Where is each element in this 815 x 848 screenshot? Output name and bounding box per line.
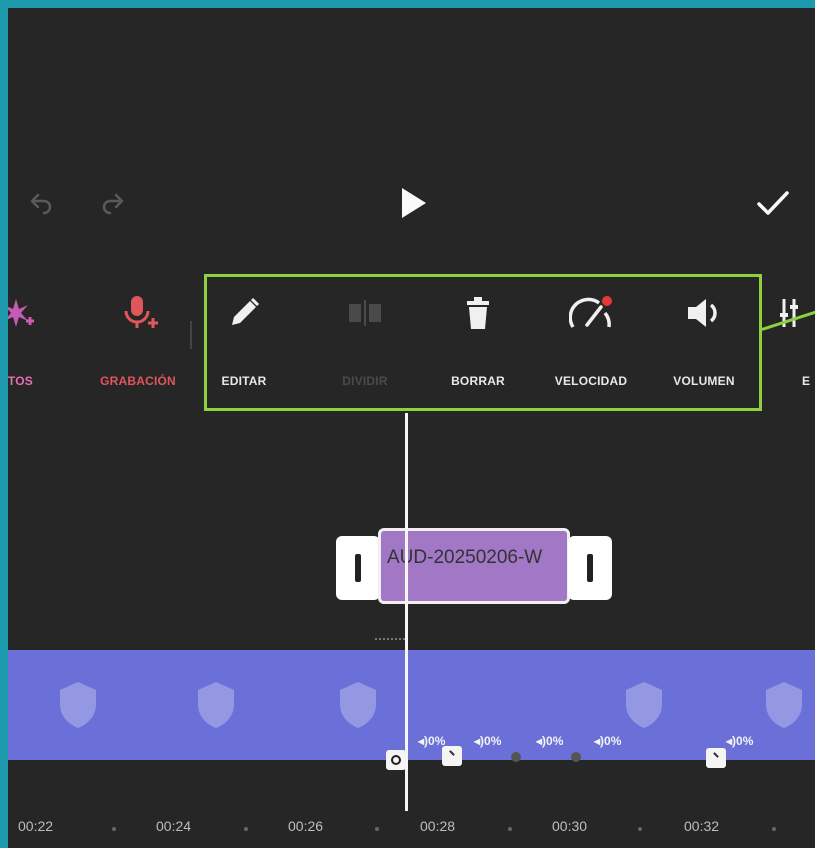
trim-handle-left[interactable] [336, 536, 380, 600]
playhead[interactable] [405, 413, 408, 811]
tick-dot [112, 827, 116, 831]
tool-record[interactable]: GRABACIÓN [88, 278, 188, 388]
time-tick: 00:28 [420, 818, 456, 834]
tool-effects[interactable]: CTOS [8, 278, 66, 388]
tick-dot [638, 827, 642, 831]
sparkle-add-icon [8, 288, 66, 338]
undo-icon[interactable] [16, 178, 66, 228]
clip-connector [375, 638, 405, 642]
shield-icon [198, 682, 234, 728]
time-ruler[interactable]: 00:22 00:24 00:26 00:28 00:30 00:32 [8, 818, 815, 848]
video-track[interactable]: ◂)0% ◂)0% ◂)0% ◂)0% ◂)0% [8, 650, 815, 760]
keyframe-dot[interactable] [571, 752, 581, 762]
keyframe-markers [8, 746, 815, 776]
time-tick: 00:30 [552, 818, 588, 834]
tick-dot [508, 827, 512, 831]
confirm-check-icon[interactable] [748, 178, 798, 228]
shield-icon [340, 682, 376, 728]
tool-equalizer-label: E [802, 374, 811, 388]
tick-dot [772, 827, 776, 831]
time-tick: 00:22 [18, 818, 54, 834]
toolbar-divider [190, 321, 192, 349]
tool-record-label: GRABACIÓN [100, 374, 176, 388]
tick-dot [375, 827, 379, 831]
highlight-box [204, 274, 762, 411]
keyframe-marker[interactable] [386, 750, 406, 770]
time-tick: 00:24 [156, 818, 192, 834]
play-button[interactable] [388, 178, 438, 228]
editor-screen: CTOS GRABACIÓN EDITAR DIVIDIR BORRAR [8, 8, 815, 848]
keyframe-marker[interactable] [442, 746, 462, 766]
time-tick: 00:32 [684, 818, 720, 834]
tool-effects-label: CTOS [8, 374, 33, 388]
shield-icon [766, 682, 802, 728]
tool-equalizer[interactable]: E [766, 278, 815, 388]
tick-dot [244, 827, 248, 831]
keyframe-marker[interactable] [706, 748, 726, 768]
microphone-add-icon [88, 288, 188, 338]
shield-icon [60, 682, 96, 728]
top-bar [8, 178, 815, 238]
time-tick: 00:26 [288, 818, 324, 834]
selected-audio-clip[interactable]: AUD-20250206-W [336, 528, 612, 608]
keyframe-dot[interactable] [511, 752, 521, 762]
shield-icon [626, 682, 662, 728]
redo-icon[interactable] [88, 178, 138, 228]
trim-handle-right[interactable] [568, 536, 612, 600]
